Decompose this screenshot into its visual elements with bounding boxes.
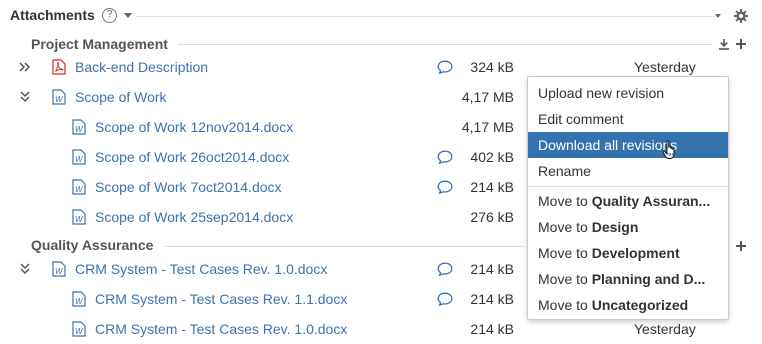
word-icon: W xyxy=(72,149,86,165)
collapse-icon[interactable] xyxy=(18,262,32,276)
menu-item-download-all-revisions[interactable]: Download all revisions xyxy=(528,132,728,158)
move-prefix: Move to xyxy=(538,193,592,209)
comment-icon[interactable] xyxy=(437,262,453,276)
attachment-size: 276 kB xyxy=(470,209,514,225)
word-icon: W xyxy=(72,119,86,135)
move-prefix: Move to xyxy=(538,297,592,313)
move-prefix: Move to xyxy=(538,245,592,261)
attachments-title: Attachments xyxy=(10,7,95,23)
attachment-size: 324 kB xyxy=(470,59,514,75)
hand-cursor-icon xyxy=(662,140,675,159)
context-menu: Upload new revision Edit comment Downloa… xyxy=(527,76,729,320)
group-divider xyxy=(164,246,524,247)
attachment-size: 4,17 MB xyxy=(461,89,514,105)
attachment-size: 402 kB xyxy=(470,149,514,165)
menu-item-edit-comment[interactable]: Edit comment xyxy=(528,106,728,132)
move-target: Uncategorized xyxy=(591,297,689,313)
attachment-name[interactable]: CRM System - Test Cases Rev. 1.0.docx xyxy=(75,261,327,277)
add-icon[interactable] xyxy=(735,240,747,252)
attachment-name[interactable]: Scope of Work 12nov2014.docx xyxy=(95,119,293,135)
menu-item-rename[interactable]: Rename xyxy=(528,158,728,184)
attachment-name[interactable]: CRM System - Test Cases Rev. 1.1.docx xyxy=(95,291,347,307)
group-divider xyxy=(178,44,712,45)
download-icon[interactable] xyxy=(718,38,730,50)
menu-item-move-to-design[interactable]: Move to Design xyxy=(528,214,728,240)
move-prefix: Move to xyxy=(538,271,592,287)
attachment-name[interactable]: Scope of Work xyxy=(75,89,167,105)
chevron-down-icon[interactable] xyxy=(715,14,721,18)
chevron-down-icon[interactable] xyxy=(124,13,132,18)
move-prefix: Move to xyxy=(538,219,592,235)
menu-item-move-to-uncategorized[interactable]: Move to Uncategorized xyxy=(528,292,728,318)
menu-item-move-to-quality-assurance[interactable]: Move to Quality Assuran... xyxy=(528,188,728,214)
attachment-size: 4,17 MB xyxy=(461,119,514,135)
attachment-size: 214 kB xyxy=(470,179,514,195)
word-icon: W xyxy=(72,179,86,195)
move-target: Planning and D... xyxy=(591,271,706,287)
attachments-panel: Attachments ? Project Management Back-en… xyxy=(0,0,762,344)
attachment-name[interactable]: Scope of Work 26oct2014.docx xyxy=(95,149,289,165)
move-target: Design xyxy=(591,219,639,235)
comment-icon[interactable] xyxy=(437,150,453,164)
menu-item-move-to-planning[interactable]: Move to Planning and D... xyxy=(528,266,728,292)
comment-icon[interactable] xyxy=(437,292,453,306)
word-icon: W xyxy=(52,261,66,277)
add-icon[interactable] xyxy=(735,38,747,50)
move-target: Development xyxy=(591,245,680,261)
expand-icon[interactable] xyxy=(18,60,32,74)
pdf-icon xyxy=(52,59,66,75)
comment-icon[interactable] xyxy=(437,180,453,194)
menu-item-upload-new-revision[interactable]: Upload new revision xyxy=(528,80,728,106)
menu-item-move-to-development[interactable]: Move to Development xyxy=(528,240,728,266)
attachment-date: Yesterday xyxy=(634,59,696,75)
word-icon: W xyxy=(72,321,86,337)
attachment-name[interactable]: Scope of Work 7oct2014.docx xyxy=(95,179,282,195)
comment-icon[interactable] xyxy=(437,60,453,74)
attachment-size: 214 kB xyxy=(470,321,514,337)
attachment-size: 214 kB xyxy=(470,291,514,307)
word-icon: W xyxy=(72,291,86,307)
gear-icon[interactable] xyxy=(734,9,748,23)
menu-separator xyxy=(528,186,728,187)
word-icon: W xyxy=(52,89,66,105)
attachment-date: Yesterday xyxy=(634,321,696,337)
help-icon[interactable]: ? xyxy=(102,8,117,23)
attachment-name[interactable]: CRM System - Test Cases Rev. 1.0.docx xyxy=(95,321,347,337)
header-divider xyxy=(136,16,714,17)
attachments-header: Attachments ? xyxy=(10,6,750,26)
attachment-name[interactable]: Scope of Work 25sep2014.docx xyxy=(95,209,293,225)
move-target: Quality Assuran... xyxy=(591,193,711,209)
attachment-name[interactable]: Back-end Description xyxy=(75,59,208,75)
group-title-project-management: Project Management xyxy=(31,36,168,52)
collapse-icon[interactable] xyxy=(18,90,32,104)
attachment-size: 214 kB xyxy=(470,261,514,277)
word-icon: W xyxy=(72,209,86,225)
group-title-quality-assurance: Quality Assurance xyxy=(31,237,154,253)
